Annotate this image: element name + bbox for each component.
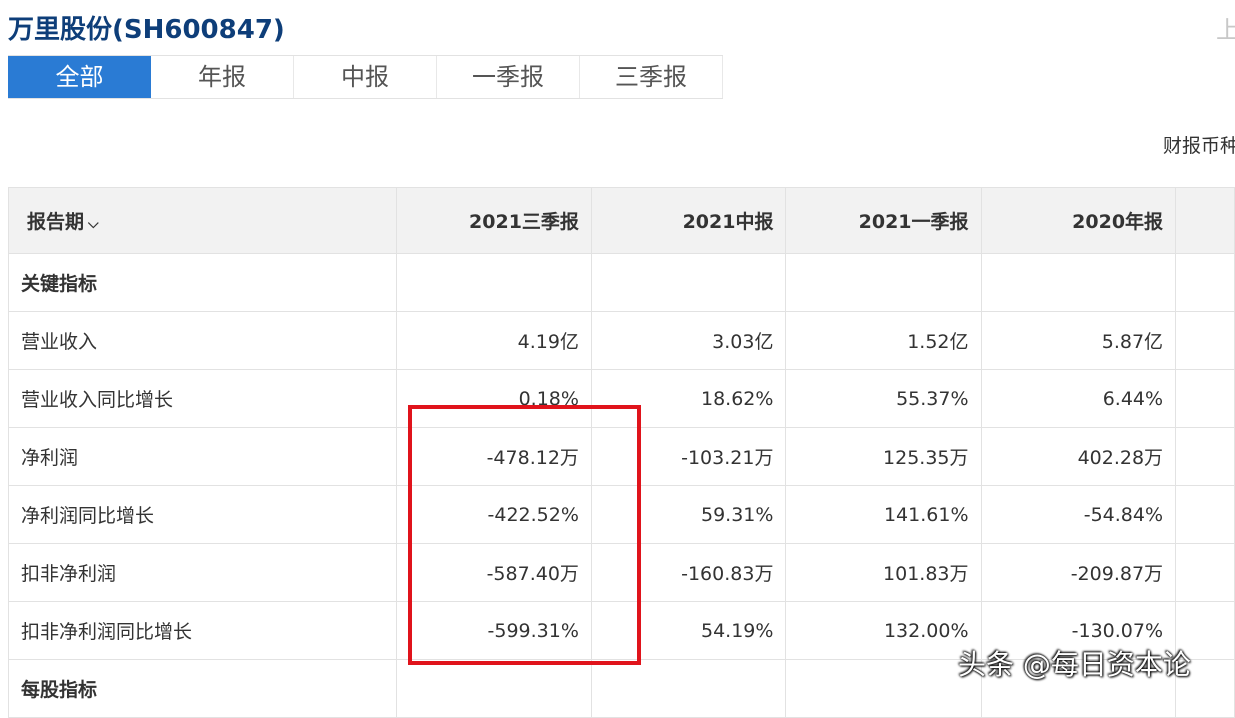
table-cell: -422.52%	[395, 485, 592, 544]
row-label: 关键指标	[8, 253, 397, 312]
row-label: 净利润	[8, 427, 397, 486]
table-cell	[395, 659, 592, 718]
table-cell-cut	[1175, 311, 1235, 370]
table-cell: 59.31%	[590, 485, 787, 544]
report-period-header[interactable]: 报告期 ⌵	[8, 187, 397, 254]
row-label: 净利润同比增长	[8, 485, 397, 544]
table-cell-cut	[1175, 369, 1235, 428]
row-label: 扣非净利润同比增长	[8, 601, 397, 660]
report-period-label: 报告期	[27, 211, 85, 233]
table-cell: 402.28万	[980, 427, 1177, 486]
page-title: 万里股份(SH600847)	[8, 15, 285, 45]
financial-table: 报告期 ⌵ 2021三季报 2021中报 2021一季报 2020年报 关键指标 …	[8, 187, 1235, 718]
column-header: 2021中报	[590, 187, 787, 254]
table-cell	[980, 253, 1177, 312]
table-cell: 0.18%	[395, 369, 592, 428]
table-cell: 18.62%	[590, 369, 787, 428]
table-cell: 101.83万	[785, 543, 982, 602]
table-cell: 6.44%	[980, 369, 1177, 428]
table-cell: 125.35万	[785, 427, 982, 486]
column-header: 2021一季报	[785, 187, 982, 254]
column-header: 2020年报	[980, 187, 1177, 254]
table-cell-cut	[1175, 253, 1235, 312]
report-type-tabs: 全部 年报 中报 一季报 三季报	[8, 55, 723, 99]
tab-annual[interactable]: 年报	[151, 56, 294, 98]
row-label: 每股指标	[8, 659, 397, 718]
table-cell: -478.12万	[395, 427, 592, 486]
table-cell: 4.19亿	[395, 311, 592, 370]
table-row: 净利润同比增长 -422.52% 59.31% 141.61% -54.84%	[8, 485, 1235, 544]
row-label: 扣非净利润	[8, 543, 397, 602]
table-row: 扣非净利润 -587.40万 -160.83万 101.83万 -209.87万	[8, 543, 1235, 602]
table-cell-cut	[1175, 485, 1235, 544]
table-cell-cut	[1175, 427, 1235, 486]
table-row: 净利润 -478.12万 -103.21万 125.35万 402.28万	[8, 427, 1235, 486]
table-row: 关键指标	[8, 253, 1235, 312]
table-cell	[785, 253, 982, 312]
table-cell	[590, 659, 787, 718]
row-label: 营业收入	[8, 311, 397, 370]
table-cell: 132.00%	[785, 601, 982, 660]
tab-all[interactable]: 全部	[8, 56, 151, 98]
table-cell: -599.31%	[395, 601, 592, 660]
table-cell: 5.87亿	[980, 311, 1177, 370]
table-cell	[395, 253, 592, 312]
tab-q1[interactable]: 一季报	[437, 56, 580, 98]
table-row: 营业收入 4.19亿 3.03亿 1.52亿 5.87亿	[8, 311, 1235, 370]
table-cell: 54.19%	[590, 601, 787, 660]
table-cell: -54.84%	[980, 485, 1177, 544]
table-cell: -587.40万	[395, 543, 592, 602]
table-cell: -160.83万	[590, 543, 787, 602]
table-cell: 55.37%	[785, 369, 982, 428]
table-cell: 141.61%	[785, 485, 982, 544]
table-row: 营业收入同比增长 0.18% 18.62% 55.37% 6.44%	[8, 369, 1235, 428]
currency-note: 财报币种	[1163, 135, 1235, 157]
top-right-cut-text: 上	[1216, 16, 1235, 44]
table-cell: 3.03亿	[590, 311, 787, 370]
row-label: 营业收入同比增长	[8, 369, 397, 428]
watermark: 头条 @每日资本论	[958, 648, 1191, 681]
chevron-down-icon: ⌵	[88, 216, 99, 232]
column-header-cut	[1175, 187, 1235, 254]
table-cell	[785, 659, 982, 718]
table-header-row: 报告期 ⌵ 2021三季报 2021中报 2021一季报 2020年报	[8, 187, 1235, 254]
table-cell-cut	[1175, 543, 1235, 602]
column-header: 2021三季报	[395, 187, 592, 254]
tab-interim[interactable]: 中报	[294, 56, 437, 98]
table-cell: -209.87万	[980, 543, 1177, 602]
table-cell: -103.21万	[590, 427, 787, 486]
table-cell: 1.52亿	[785, 311, 982, 370]
table-cell	[590, 253, 787, 312]
tab-q3[interactable]: 三季报	[580, 56, 723, 98]
